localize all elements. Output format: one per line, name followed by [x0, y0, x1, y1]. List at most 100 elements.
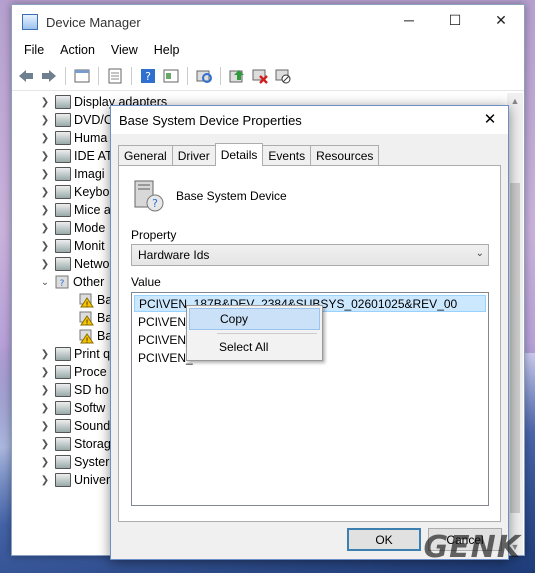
- tree-item-label: Mice a: [74, 203, 111, 217]
- tree-item[interactable]: ! Ba: [76, 309, 112, 327]
- chevron-right-icon[interactable]: ❯: [38, 349, 52, 360]
- list-item[interactable]: PCI\VEN_: [134, 349, 193, 366]
- toolbar-divider: [98, 66, 99, 85]
- chevron-right-icon[interactable]: ❯: [38, 403, 52, 414]
- chevron-right-icon[interactable]: ❯: [38, 475, 52, 486]
- tree-item[interactable]: ❯ Univer: [38, 471, 110, 489]
- chevron-right-icon[interactable]: ❯: [38, 439, 52, 450]
- imaging-device-icon: [55, 167, 71, 181]
- chevron-right-icon[interactable]: ❯: [38, 241, 52, 252]
- tree-item-label: Huma: [74, 131, 108, 145]
- disable-device-icon[interactable]: [273, 66, 293, 86]
- chevron-right-icon[interactable]: ❯: [38, 187, 52, 198]
- tree-item[interactable]: ❯ Syster: [38, 453, 109, 471]
- property-dropdown[interactable]: Hardware Ids ⌄: [131, 244, 489, 266]
- scroll-up-icon[interactable]: ▲: [507, 93, 523, 109]
- tree-item-label: Print q: [74, 347, 111, 361]
- tree-scrollbar[interactable]: ▲ ▼: [507, 93, 523, 555]
- device-header: ? Base System Device: [131, 179, 287, 213]
- update-driver-icon[interactable]: [227, 66, 247, 86]
- properties-icon[interactable]: [105, 66, 125, 86]
- tree-item-label: Syster: [74, 455, 110, 469]
- back-arrow-icon[interactable]: [16, 66, 36, 86]
- chevron-right-icon[interactable]: ❯: [38, 223, 52, 234]
- forward-arrow-icon[interactable]: [39, 66, 59, 86]
- device-view-icon[interactable]: [161, 66, 181, 86]
- tree-item[interactable]: ! Ba: [76, 291, 112, 309]
- ide-controller-icon: [55, 149, 71, 163]
- svg-text:!: !: [86, 336, 89, 344]
- tree-item[interactable]: ❯ Proce: [38, 363, 107, 381]
- tree-item[interactable]: ❯ DVD/C: [38, 111, 113, 129]
- context-select-all[interactable]: Select All: [189, 336, 320, 358]
- chevron-right-icon[interactable]: ❯: [38, 169, 52, 180]
- software-device-icon: [55, 401, 71, 415]
- chevron-down-icon[interactable]: ⌄: [38, 277, 52, 288]
- dialog-title-bar: Base System Device Properties ✕: [111, 106, 508, 134]
- context-copy[interactable]: Copy: [189, 308, 320, 330]
- menu-action[interactable]: Action: [52, 43, 103, 57]
- tree-item-label: IDE AT: [74, 149, 113, 163]
- genk-watermark: GENK: [423, 530, 521, 565]
- chevron-right-icon[interactable]: ❯: [38, 97, 52, 108]
- tree-item[interactable]: ❯ Mice a: [38, 201, 111, 219]
- tree-item[interactable]: ❯ Netwo: [38, 255, 109, 273]
- chevron-down-icon: ⌄: [475, 248, 484, 259]
- close-button[interactable]: ✕: [478, 5, 524, 35]
- tree-item-label: Univer: [74, 473, 111, 487]
- help-icon[interactable]: ?: [138, 66, 158, 86]
- chevron-right-icon[interactable]: ❯: [38, 367, 52, 378]
- ok-button[interactable]: OK: [347, 528, 421, 551]
- tab-strip: General Driver Details Events Resources: [118, 143, 380, 166]
- chevron-right-icon[interactable]: ❯: [38, 457, 52, 468]
- tree-item[interactable]: ❯ SD ho: [38, 381, 109, 399]
- sd-host-icon: [55, 383, 71, 397]
- device-name: Base System Device: [176, 189, 287, 203]
- tree-item-label: Proce: [74, 365, 107, 379]
- scan-hardware-icon[interactable]: [194, 66, 214, 86]
- modem-icon: [55, 221, 71, 235]
- chevron-right-icon[interactable]: ❯: [38, 259, 52, 270]
- tree-item-label: Mode: [74, 221, 106, 235]
- tab-details[interactable]: Details: [214, 143, 264, 166]
- svg-text:!: !: [86, 318, 89, 326]
- tab-general[interactable]: General: [118, 145, 173, 165]
- chevron-right-icon[interactable]: ❯: [38, 133, 52, 144]
- menu-view[interactable]: View: [103, 43, 146, 57]
- tree-item-label: Monit: [74, 239, 105, 253]
- dialog-close-button[interactable]: ✕: [480, 108, 500, 130]
- minimize-button[interactable]: ─: [386, 5, 432, 35]
- scrollbar-thumb[interactable]: [510, 183, 520, 513]
- tab-resources[interactable]: Resources: [310, 145, 380, 165]
- tab-driver[interactable]: Driver: [171, 145, 216, 165]
- warning-icon: !: [79, 329, 94, 344]
- tree-item[interactable]: ❯ Print q: [38, 345, 110, 363]
- tree-item[interactable]: ❯ Softw: [38, 399, 105, 417]
- tree-item[interactable]: ❯ IDE AT: [38, 147, 113, 165]
- show-hide-tree-icon[interactable]: [72, 66, 92, 86]
- chevron-right-icon[interactable]: ❯: [38, 151, 52, 162]
- tree-item[interactable]: ! Ba: [76, 327, 112, 345]
- svg-text:?: ?: [60, 279, 65, 289]
- maximize-button[interactable]: ☐: [432, 5, 478, 35]
- monitor-icon: [55, 239, 71, 253]
- tree-item-label: Storag: [74, 437, 111, 451]
- uninstall-device-icon[interactable]: [250, 66, 270, 86]
- tree-item[interactable]: ❯ Keybo: [38, 183, 109, 201]
- chevron-right-icon[interactable]: ❯: [38, 115, 52, 126]
- tree-item[interactable]: ⌄? Other: [38, 273, 104, 291]
- tree-item[interactable]: ❯ Imagi: [38, 165, 105, 183]
- tree-item[interactable]: ❯ Mode: [38, 219, 105, 237]
- menu-help[interactable]: Help: [146, 43, 188, 57]
- warning-icon: !: [79, 293, 94, 308]
- chevron-right-icon[interactable]: ❯: [38, 385, 52, 396]
- chevron-right-icon[interactable]: ❯: [38, 205, 52, 216]
- menu-file[interactable]: File: [16, 43, 52, 57]
- tree-item[interactable]: ❯ Sound: [38, 417, 110, 435]
- chevron-right-icon[interactable]: ❯: [38, 421, 52, 432]
- tree-item[interactable]: ❯ Monit: [38, 237, 105, 255]
- tree-item[interactable]: ❯ Storag: [38, 435, 111, 453]
- tab-events[interactable]: Events: [262, 145, 312, 165]
- svg-text:!: !: [86, 300, 89, 308]
- tree-item[interactable]: ❯ Huma: [38, 129, 107, 147]
